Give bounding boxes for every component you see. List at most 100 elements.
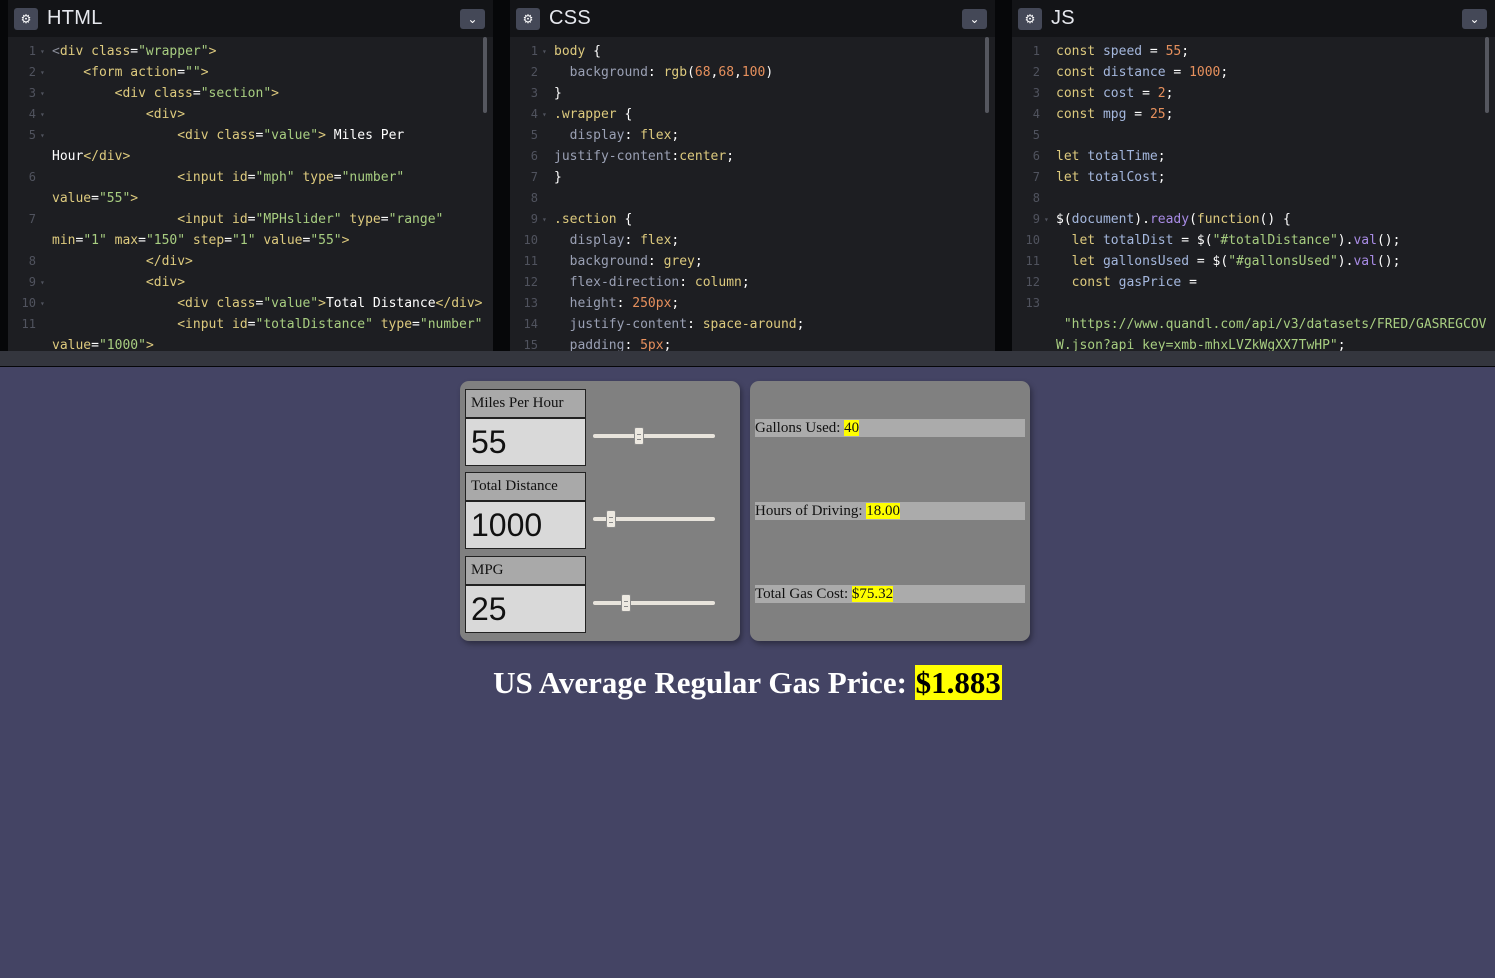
code-line[interactable]: 6 let totalTime; (1012, 146, 1495, 167)
code-line[interactable]: 13 (1012, 293, 1495, 314)
code-line[interactable]: 4 ▾ <div> (8, 104, 493, 125)
code-line[interactable]: 9 ▾ .section { (510, 209, 995, 230)
code-line[interactable]: 8 </div> (8, 251, 493, 272)
chevron-down-icon[interactable]: ⌄ (1462, 9, 1487, 29)
code-line[interactable]: 3 const cost = 2; (1012, 83, 1495, 104)
code-line[interactable]: 6 <input id="mph" type="number" (8, 167, 493, 188)
js-scrollbar[interactable] (1485, 37, 1489, 113)
js-code[interactable]: 1 const speed = 55; 2 const distance = 1000… (1012, 37, 1495, 351)
gear-icon[interactable]: ⚙ (516, 8, 540, 30)
code-line[interactable]: 2 background: rgb(68,68,100) (510, 62, 995, 83)
code-line[interactable]: 12 const gasPrice = (1012, 272, 1495, 293)
slider-handle[interactable] (605, 510, 616, 528)
code-line[interactable]: W.json?api_key=xmb-mhxLVZkWgXX7TwHP"; (1012, 335, 1495, 351)
code-text: <input id="MPHslider" type="range" (52, 212, 444, 227)
gear-icon[interactable]: ⚙ (14, 8, 38, 30)
gallons-used-value: 40 (844, 420, 860, 436)
code-line[interactable]: "https://www.quandl.com/api/v3/datasets/… (1012, 314, 1495, 335)
line-number: 9 (530, 212, 538, 226)
code-line[interactable]: 11 let gallonsUsed = $("#gallonsUsed").v… (1012, 251, 1495, 272)
code-line[interactable]: 13 height: 250px; (510, 293, 995, 314)
html-editor-pane[interactable]: ⚙ HTML ⌄ 1 ▾ <div class="wrapper"> 2 ▾ <form… (8, 0, 493, 351)
code-line[interactable]: 7 let totalCost; (1012, 167, 1495, 188)
js-editor-pane[interactable]: ⚙ JS ⌄ 1 const speed = 55; 2 const distance… (1012, 0, 1495, 351)
outputs-section: Gallons Used: 40 Hours of Driving: 18.00… (750, 381, 1030, 641)
fold-arrow-icon[interactable]: ▾ (40, 125, 45, 146)
code-line[interactable]: 5 display: flex; (510, 125, 995, 146)
gas-cost-row: Total Gas Cost: $75.32 (755, 585, 1025, 603)
code-line[interactable]: 5 (1012, 125, 1495, 146)
gallons-used-row: Gallons Used: 40 (755, 419, 1025, 437)
code-line[interactable]: 11 <input id="totalDistance" type="numbe… (8, 314, 493, 335)
line-number: 4 (530, 107, 538, 121)
code-text: "https://www.quandl.com/api/v3/datasets/… (1056, 317, 1487, 332)
line-number: 11 (21, 317, 36, 331)
code-line[interactable]: 15 padding: 5px; (510, 335, 995, 351)
mph-input[interactable]: 55 (465, 418, 586, 466)
fold-arrow-icon[interactable]: ▾ (40, 83, 45, 104)
line-number: 9 (1032, 212, 1040, 226)
mpg-input[interactable]: 25 (465, 585, 586, 633)
code-line[interactable]: 1 ▾ <div class="wrapper"> (8, 41, 493, 62)
code-line[interactable]: 4 const mpg = 25; (1012, 104, 1495, 125)
code-line[interactable]: 7} (510, 167, 995, 188)
resize-bar[interactable] (0, 351, 1495, 367)
code-line[interactable]: 10 display: flex; (510, 230, 995, 251)
code-line[interactable]: 3 ▾ <div class="section"> (8, 83, 493, 104)
code-line[interactable]: 3} (510, 83, 995, 104)
code-line[interactable]: 4 ▾ .wrapper { (510, 104, 995, 125)
fold-arrow-icon[interactable]: ▾ (40, 272, 45, 293)
code-line[interactable]: 1 const speed = 55; (1012, 41, 1495, 62)
code-line[interactable]: 2 ▾ <form action=""> (8, 62, 493, 83)
code-text: } (554, 170, 562, 185)
fold-arrow-icon[interactable]: ▾ (40, 104, 45, 125)
code-text: padding: 5px; (554, 338, 672, 351)
fold-arrow-icon[interactable]: ▾ (40, 293, 45, 314)
code-line[interactable]: 7 <input id="MPHslider" type="range" (8, 209, 493, 230)
code-line[interactable]: 9 ▾ $(document).ready(function() { (1012, 209, 1495, 230)
code-line[interactable]: 6 justify-content:center; (510, 146, 995, 167)
fold-arrow-icon[interactable]: ▾ (1044, 209, 1049, 230)
mph-slider[interactable] (593, 427, 715, 445)
code-line[interactable]: 2 const distance = 1000; (1012, 62, 1495, 83)
fold-arrow-icon[interactable]: ▾ (40, 62, 45, 83)
line-number: 4 (28, 107, 36, 121)
code-text: let totalTime; (1056, 149, 1166, 164)
code-line[interactable]: 8 (510, 188, 995, 209)
css-scrollbar[interactable] (985, 37, 989, 113)
code-text: const cost = 2; (1056, 86, 1174, 101)
css-code[interactable]: 1 ▾ body {2 background: rgb(68,68,100) 3} 4 ▾… (510, 37, 995, 351)
gas-cost-value: $75.32 (851, 586, 894, 602)
code-line[interactable]: 12 flex-direction: column; (510, 272, 995, 293)
code-text: <div class="value">Total Distance</div> (52, 296, 483, 311)
code-line[interactable]: 10 let totalDist = $("#totalDistance").v… (1012, 230, 1495, 251)
line-number: 5 (28, 128, 36, 142)
slider-handle[interactable] (621, 594, 632, 612)
slider-handle[interactable] (634, 427, 645, 445)
html-code[interactable]: 1 ▾ <div class="wrapper"> 2 ▾ <form action="… (8, 37, 493, 351)
gear-icon[interactable]: ⚙ (1018, 8, 1042, 30)
fold-arrow-icon[interactable]: ▾ (40, 41, 45, 62)
code-line[interactable]: value="55"> (8, 188, 493, 209)
code-line[interactable]: 9 ▾ <div> (8, 272, 493, 293)
code-line[interactable]: 1 ▾ body { (510, 41, 995, 62)
code-line[interactable]: 10 ▾ <div class="value">Total Distance</d… (8, 293, 493, 314)
code-line[interactable]: value="1000"> (8, 335, 493, 351)
chevron-down-icon[interactable]: ⌄ (460, 9, 485, 29)
code-line[interactable]: min="1" max="150" step="1" value="55"> (8, 230, 493, 251)
mpg-slider[interactable] (593, 594, 715, 612)
code-text: <input id="totalDistance" type="number" (52, 317, 483, 332)
html-scrollbar[interactable] (483, 37, 487, 113)
fold-arrow-icon[interactable]: ▾ (542, 209, 547, 230)
css-editor-pane[interactable]: ⚙ CSS ⌄ 1 ▾ body {2 background: rgb(68,68,… (510, 0, 995, 351)
code-line[interactable]: Hour</div> (8, 146, 493, 167)
code-line[interactable]: 5 ▾ <div class="value"> Miles Per (8, 125, 493, 146)
fold-arrow-icon[interactable]: ▾ (542, 41, 547, 62)
distance-input[interactable]: 1000 (465, 501, 586, 549)
chevron-down-icon[interactable]: ⌄ (962, 9, 987, 29)
code-line[interactable]: 11 background: grey; (510, 251, 995, 272)
distance-slider[interactable] (593, 510, 715, 528)
fold-arrow-icon[interactable]: ▾ (542, 104, 547, 125)
code-line[interactable]: 8 (1012, 188, 1495, 209)
code-line[interactable]: 14 justify-content: space-around; (510, 314, 995, 335)
